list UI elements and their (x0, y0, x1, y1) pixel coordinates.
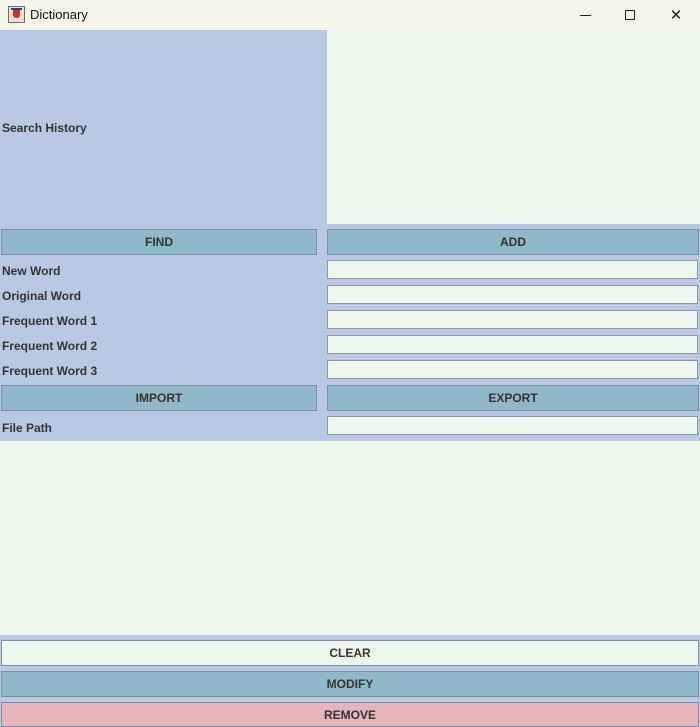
window-title: Dictionary (30, 7, 88, 22)
minimize-button[interactable] (562, 0, 608, 30)
original-word-field[interactable] (327, 285, 698, 304)
output-text-area[interactable] (0, 441, 700, 635)
search-history-area[interactable] (327, 30, 700, 224)
frequent-word-3-label: Frequent Word 3 (2, 364, 98, 378)
new-word-field[interactable] (327, 260, 698, 279)
frequent-word-1-field[interactable] (327, 310, 698, 329)
title-bar[interactable]: Dictionary ✕ (0, 0, 700, 30)
frequent-word-1-label: Frequent Word 1 (2, 314, 98, 328)
close-icon: ✕ (669, 7, 683, 24)
find-button[interactable]: FIND (1, 229, 317, 255)
clear-button[interactable]: CLEAR (1, 640, 699, 666)
close-button[interactable]: ✕ (653, 0, 699, 30)
add-button[interactable]: ADD (327, 229, 699, 255)
maximize-icon (625, 10, 635, 20)
search-history-label: Search History (2, 121, 87, 135)
java-cup-icon (8, 6, 25, 23)
remove-button[interactable]: REMOVE (1, 702, 699, 727)
modify-button[interactable]: MODIFY (1, 671, 699, 697)
minimize-icon (579, 14, 591, 16)
frequent-word-2-label: Frequent Word 2 (2, 339, 98, 353)
new-word-label: New Word (2, 264, 61, 278)
file-path-label: File Path (2, 421, 53, 435)
maximize-button[interactable] (607, 0, 653, 30)
frequent-word-2-field[interactable] (327, 335, 698, 354)
import-button[interactable]: IMPORT (1, 385, 317, 411)
dictionary-window: Dictionary ✕ Search History FIND ADD New… (0, 0, 700, 727)
frequent-word-3-field[interactable] (327, 360, 698, 379)
file-path-field[interactable] (327, 416, 698, 435)
original-word-label: Original Word (2, 289, 82, 303)
export-button[interactable]: EXPORT (327, 385, 699, 411)
